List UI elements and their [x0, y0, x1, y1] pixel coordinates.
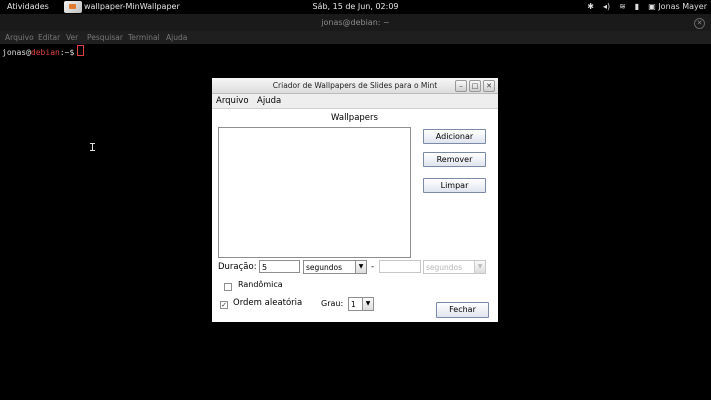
wallpapers-list[interactable]: [218, 127, 411, 258]
dialog-body: Wallpapers Adicionar Remover Limpar Dura…: [212, 109, 498, 322]
user-menu[interactable]: ▣ Jonas Mayer: [648, 0, 707, 14]
chevron-down-icon[interactable]: ▼: [355, 261, 366, 273]
dialog-menu-arquivo[interactable]: Arquivo: [216, 94, 249, 108]
dialog-title: Criador de Wallpapers de Slides para o M…: [272, 81, 438, 90]
clear-button[interactable]: Limpar: [423, 178, 486, 193]
wallpapers-label: Wallpapers: [331, 113, 378, 123]
mouse-ibeam-icon: [90, 143, 95, 151]
close-button[interactable]: Fechar: [436, 302, 489, 318]
dialog-menu-ajuda[interactable]: Ajuda: [257, 94, 281, 108]
terminal-menubar: Arquivo Editar Ver Pesquisar Terminal Aj…: [0, 31, 711, 44]
shell-prompt: jonas@debian:~$: [2, 45, 85, 58]
top-panel: Atividades wallpaper-MinWallpaper Sáb, 1…: [0, 0, 711, 14]
terminal-menu-ver[interactable]: Ver: [66, 31, 78, 44]
maximize-icon[interactable]: □: [469, 80, 481, 92]
terminal-menu-terminal[interactable]: Terminal: [128, 31, 160, 44]
terminal-title: jonas@debian: ~: [321, 18, 390, 27]
user-icon: ▣: [648, 2, 656, 11]
chevron-down-icon: ▼: [474, 261, 485, 273]
terminal-menu-ajuda[interactable]: Ajuda: [166, 31, 187, 44]
duration-label: Duração:: [218, 262, 257, 272]
volume-icon[interactable]: ◂): [603, 0, 610, 14]
system-tray: ✱ ◂) ≋ ▮ ▣ Jonas Mayer: [587, 0, 707, 14]
order-checkbox[interactable]: ✓: [220, 301, 228, 309]
accessibility-icon[interactable]: ✱: [587, 0, 594, 14]
add-button[interactable]: Adicionar: [423, 129, 486, 144]
transition-unit-value: segundos: [426, 263, 463, 272]
grau-select[interactable]: 1 ▼: [348, 297, 374, 311]
transition-input: [379, 260, 421, 273]
range-dash: -: [371, 262, 375, 272]
random-label: Randômica: [238, 280, 283, 289]
random-checkbox[interactable]: [224, 283, 232, 291]
transition-unit-select: segundos ▼: [423, 260, 486, 274]
chevron-down-icon[interactable]: ▼: [362, 298, 373, 310]
duration-unit-select[interactable]: segundos ▼: [303, 260, 367, 274]
network-icon[interactable]: ≋: [619, 0, 626, 14]
close-icon[interactable]: ✕: [483, 80, 495, 92]
grau-value: 1: [351, 300, 356, 309]
user-name: Jonas Mayer: [658, 2, 707, 11]
battery-icon[interactable]: ▮: [635, 0, 639, 14]
minimize-icon[interactable]: –: [455, 80, 467, 92]
order-label: Ordem aleatória: [233, 298, 303, 308]
dialog-titlebar[interactable]: Criador de Wallpapers de Slides para o M…: [212, 78, 498, 94]
terminal-menu-editar[interactable]: Editar: [38, 31, 60, 44]
terminal-titlebar[interactable]: jonas@debian: ~ ✕: [0, 14, 711, 31]
dialog-menubar: Arquivo Ajuda: [212, 94, 498, 109]
duration-unit-value: segundos: [306, 263, 343, 272]
duration-input[interactable]: 5: [259, 260, 300, 273]
text-cursor: [77, 45, 85, 56]
remove-button[interactable]: Remover: [423, 152, 486, 167]
grau-label: Grau:: [321, 299, 344, 308]
wallpaper-creator-dialog: Criador de Wallpapers de Slides para o M…: [212, 78, 498, 322]
terminal-menu-pesquisar[interactable]: Pesquisar: [87, 31, 123, 44]
close-icon[interactable]: ✕: [694, 18, 705, 29]
terminal-menu-arquivo[interactable]: Arquivo: [5, 31, 34, 44]
